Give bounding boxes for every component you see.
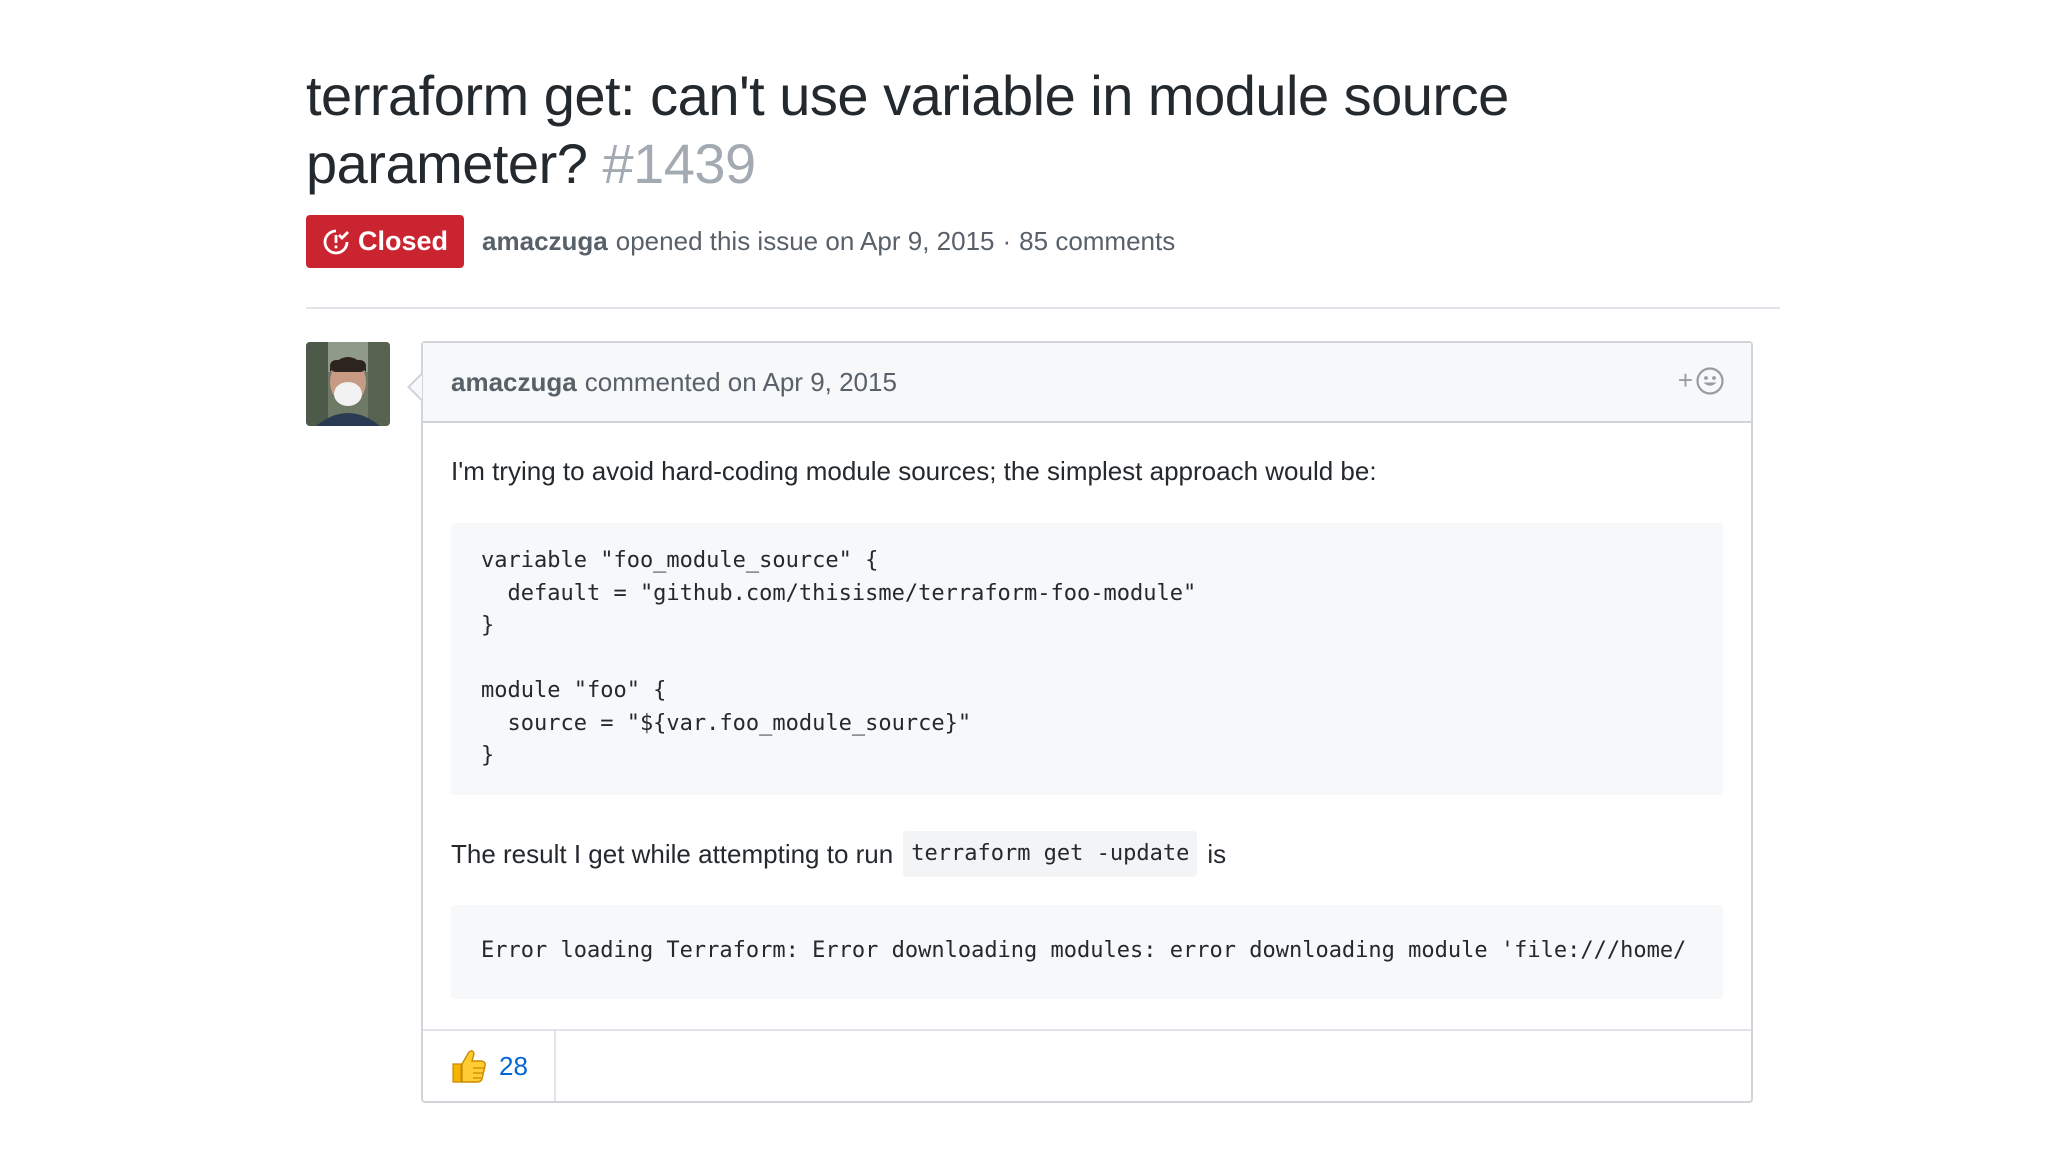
smiley-icon: [1695, 366, 1725, 396]
result-suffix-text: is: [1207, 838, 1227, 869]
comment-intro-text: I'm trying to avoid hard-coding module s…: [451, 456, 1377, 486]
issue-title: terraform get: can't use variable in mod…: [306, 62, 1786, 198]
comment-body: I'm trying to avoid hard-coding module s…: [423, 423, 1751, 999]
issue-page: terraform get: can't use variable in mod…: [0, 0, 2048, 1152]
comments-count: 85 comments: [1019, 226, 1176, 256]
plus-label: +: [1677, 365, 1693, 395]
avatar[interactable]: [306, 342, 390, 426]
comment-pointer: [407, 373, 422, 401]
state-badge: Closed: [306, 215, 465, 268]
code-block: variable "foo_module_source" { default =…: [451, 523, 1723, 795]
reaction-thumbs-up-button[interactable]: 28: [423, 1031, 556, 1101]
issue-title-text: terraform get: can't use variable in mod…: [306, 64, 1509, 195]
issue-opened-text: opened this issue on Apr 9, 2015: [615, 226, 995, 256]
thumbs-up-icon: [449, 1046, 489, 1086]
issue-header: terraform get: can't use variable in mod…: [306, 62, 1786, 198]
issue-closed-icon: [322, 228, 350, 256]
issue-author-link[interactable]: amaczuga: [482, 226, 608, 257]
comment-author-link[interactable]: amaczuga: [451, 367, 577, 398]
comment-box: amaczuga commented on Apr 9, 2015 + I'm …: [407, 341, 1753, 1103]
issue-meta: Closed amaczuga opened this issue on Apr…: [306, 215, 1175, 268]
add-reaction-button[interactable]: +: [1678, 365, 1725, 396]
state-label: Closed: [358, 226, 449, 256]
issue-number: #1439: [602, 132, 756, 195]
result-prefix-text: The result I get while attempting to run: [451, 838, 894, 869]
result-paragraph: The result I get while attempting to run…: [451, 830, 1723, 877]
error-code-block: Error loading Terraform: Error downloadi…: [451, 904, 1723, 999]
error-text: Error loading Terraform: Error downloadi…: [481, 938, 1687, 964]
issue-meta-text: amaczuga opened this issue on Apr 9, 201…: [482, 226, 1175, 257]
meta-separator: ·: [1002, 226, 1012, 256]
reaction-count: 28: [499, 1050, 528, 1081]
avatar-image: [306, 342, 390, 426]
comment-timestamp[interactable]: commented on Apr 9, 2015: [585, 367, 897, 398]
inline-command: terraform get -update: [903, 830, 1198, 877]
reactions-bar: 28: [423, 1029, 1751, 1101]
header-divider: [306, 307, 1780, 309]
comment-header: amaczuga commented on Apr 9, 2015 +: [423, 343, 1751, 423]
